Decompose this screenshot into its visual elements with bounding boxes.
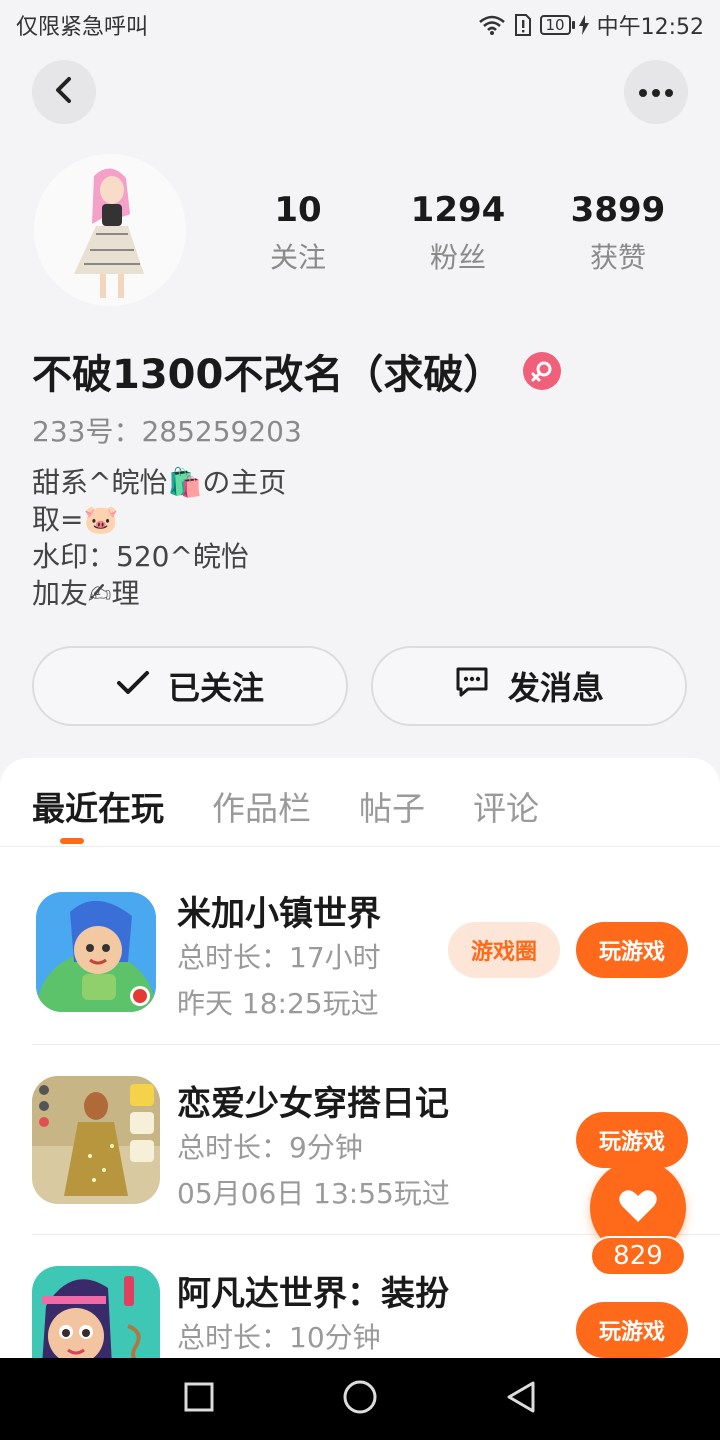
system-nav-bar — [0, 1358, 720, 1440]
likes-count: 3899 — [570, 190, 666, 230]
carrier-text: 仅限紧急呼叫 — [16, 15, 149, 40]
stat-likes[interactable]: 3899 获赞 — [543, 190, 693, 276]
bio-line: 加友✍理 — [32, 577, 140, 610]
sim-alert-icon — [514, 14, 532, 36]
tab-recently-played[interactable]: 最近在玩 — [32, 782, 164, 830]
stat-following[interactable]: 10 关注 — [223, 190, 373, 276]
game-icon-miga-town — [36, 892, 156, 1012]
battery-icon: 10 — [539, 15, 575, 35]
tab-works[interactable]: 作品栏 — [212, 782, 311, 830]
status-icons: 10 中午12:52 — [478, 9, 704, 41]
bio-line: 水印：520^皖怡 — [32, 540, 249, 573]
followed-button[interactable]: 已关注 — [32, 646, 348, 726]
home-icon[interactable] — [342, 1379, 378, 1419]
bio-line: 取=🐷 — [32, 503, 119, 536]
tab-divider — [0, 846, 720, 847]
content-card: 最近在玩 作品栏 帖子 评论 米加小镇世界 总时长：17小时 昨天 18:25玩… — [0, 758, 720, 1394]
chat-bubble-icon — [454, 665, 490, 707]
game-duration: 总时长：17小时 — [177, 941, 381, 974]
more-button[interactable] — [624, 60, 688, 124]
play-game-button[interactable]: 玩游戏 — [576, 922, 688, 978]
play-game-button[interactable]: 玩游戏 — [576, 1302, 688, 1358]
game-title: 米加小镇世界 — [177, 894, 381, 934]
recent-apps-icon[interactable] — [183, 1381, 215, 1417]
back-triangle-icon[interactable] — [505, 1380, 537, 1418]
status-bar: 仅限紧急呼叫 10 中午12:52 — [0, 0, 720, 50]
username: 不破1300不改名（求破） — [32, 352, 504, 398]
likes-label: 获赞 — [589, 241, 646, 274]
message-label: 发消息 — [507, 669, 604, 707]
tab-comments[interactable]: 评论 — [473, 782, 539, 830]
more-dots-icon — [638, 83, 674, 102]
clock-text: 中午12:52 — [596, 15, 704, 40]
game-title: 恋爱少女穿搭日记 — [177, 1084, 449, 1124]
game-icon-girl-outfit-diary — [32, 1076, 160, 1204]
game-circle-button[interactable]: 游戏圈 — [448, 922, 560, 978]
game-duration: 总时长：10分钟 — [177, 1321, 381, 1354]
tab-posts[interactable]: 帖子 — [359, 782, 425, 830]
profile-stats: 10 关注 1294 粉丝 3899 获赞 — [218, 190, 698, 276]
followers-label: 粉丝 — [429, 241, 486, 274]
game-duration: 总时长：9分钟 — [177, 1131, 363, 1164]
following-label: 关注 — [269, 241, 326, 274]
wifi-icon — [478, 14, 506, 36]
active-tab-indicator — [60, 838, 84, 844]
back-button[interactable] — [32, 60, 96, 124]
following-count: 10 — [274, 190, 322, 230]
followed-label: 已关注 — [167, 669, 264, 707]
username-row: 不破1300不改名（求破） — [32, 342, 562, 400]
user-id: 233号：285259203 — [32, 415, 302, 448]
game-last-played: 05月06日 13:55玩过 — [177, 1177, 450, 1210]
stat-followers[interactable]: 1294 粉丝 — [383, 190, 533, 276]
tab-bar: 最近在玩 作品栏 帖子 评论 — [32, 782, 539, 830]
game-list-item[interactable]: 米加小镇世界 总时长：17小时 昨天 18:25玩过 游戏圈 玩游戏 — [0, 858, 720, 1048]
bio-line: 甜系^皖怡🛍️の主页 — [32, 466, 287, 499]
heart-icon — [618, 1188, 658, 1228]
bio: 甜系^皖怡🛍️の主页 取=🐷 水印：520^皖怡 加友✍理 — [32, 464, 286, 612]
message-button[interactable]: 发消息 — [371, 646, 687, 726]
avatar[interactable] — [34, 154, 186, 306]
row-divider — [32, 1044, 720, 1045]
charging-icon — [578, 15, 589, 35]
game-last-played: 昨天 18:25玩过 — [177, 987, 379, 1020]
check-icon — [116, 667, 150, 705]
avatar-character-image — [34, 154, 186, 306]
followers-count: 1294 — [410, 190, 506, 230]
female-gender-icon — [523, 352, 562, 390]
like-count: 829 — [590, 1236, 686, 1276]
chevron-left-icon — [53, 76, 75, 108]
game-title: 阿凡达世界：装扮 — [177, 1274, 449, 1314]
